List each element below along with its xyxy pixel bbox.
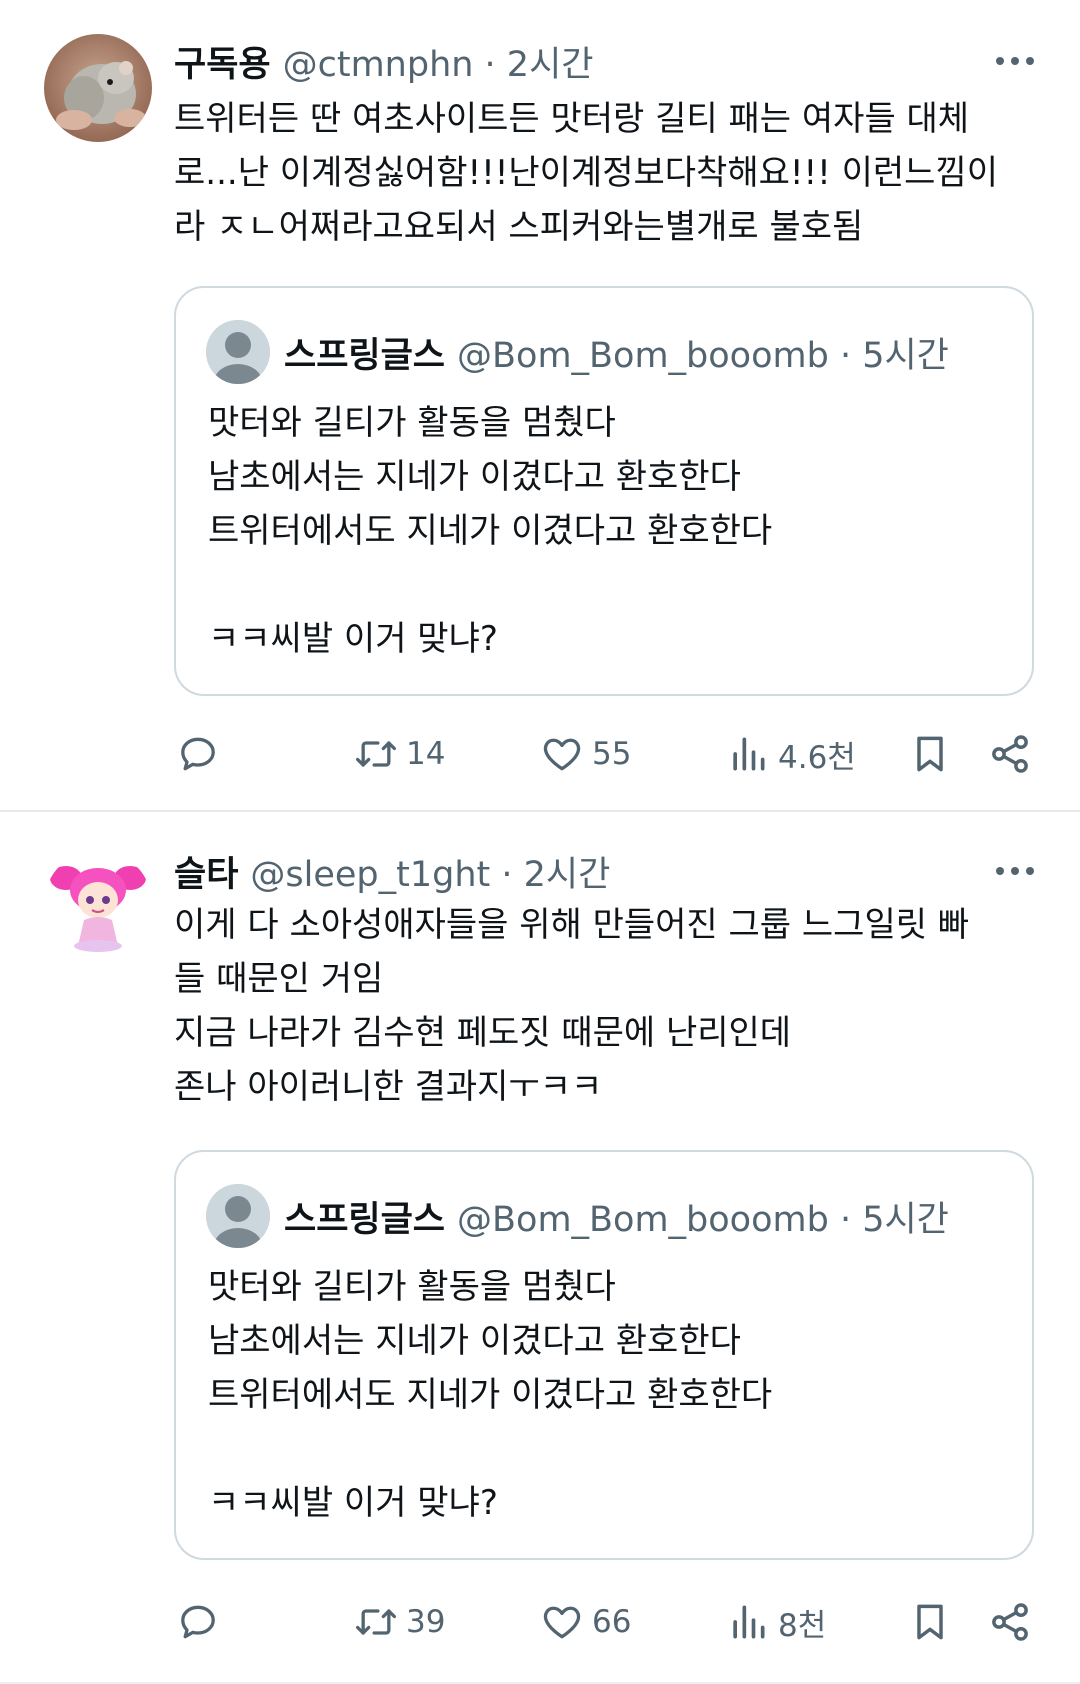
quoted-text-line: 남초에서는 지네가 이겼다고 환호한다: [208, 1321, 741, 1361]
tweet-text-line: 이게 다 소아성애자들을 위해 만들어진 그룹 느그일릿 빠: [174, 905, 970, 945]
tweet-divider: [0, 810, 1080, 812]
views-icon: [726, 732, 770, 776]
avatar-pink-character[interactable]: [44, 850, 152, 958]
views-count: 4.6천: [778, 739, 856, 776]
default-avatar-icon: [206, 320, 270, 384]
quoted-author-name: 스프링글스: [284, 1199, 446, 1240]
more-horizontal-icon[interactable]: [990, 846, 1040, 896]
tweet-actions: 39 66 8천: [174, 1594, 1040, 1650]
tweet-text-line: 트위터든 딴 여초사이트든 맛터랑 길티 패는 여자들 대체: [174, 99, 970, 139]
quoted-text-line: 남초에서는 지네가 이겼다고 환호한다: [208, 457, 741, 497]
tweet-1[interactable]: 구독용 @ctmnphn · 2시간 트위터든 딴 여초사이트든 맛터랑 길티 …: [0, 0, 1080, 812]
quoted-tweet[interactable]: 스프링글스 @Bom_Bom_booomb · 5시간 맛터와 길티가 활동을 …: [174, 1150, 1034, 1560]
quoted-tweet-header: 스프링글스 @Bom_Bom_booomb · 5시간: [284, 1188, 949, 1244]
tweet-text-line: 존나 아이러니한 결과지ㅜㅋㅋ: [174, 1067, 603, 1107]
quoted-author-name: 스프링글스: [284, 335, 446, 376]
retweet-icon: [354, 1600, 398, 1644]
tweet-text-line: 지금 나라가 김수현 페도짓 때문에 난리인데: [174, 1013, 792, 1053]
retweet-icon: [354, 732, 398, 776]
reply-button[interactable]: [176, 1594, 220, 1650]
quoted-text-line: ㅋㅋ씨발 이거 맞냐?: [208, 619, 498, 659]
share-icon: [988, 1600, 1032, 1644]
views-button[interactable]: 8천: [726, 1594, 826, 1650]
retweet-count: 39: [406, 1604, 446, 1640]
quoted-tweet-text: 맛터와 길티가 활동을 멈췄다 남초에서는 지네가 이겼다고 환호한다 트위터에…: [208, 1260, 772, 1530]
quoted-text-line: [208, 558, 772, 612]
retweet-button[interactable]: 39: [354, 1594, 445, 1650]
like-button[interactable]: 66: [540, 1594, 631, 1650]
tweet-text-line: 로...난 이계정싫어함!!!난이계정보다착해요!!! 이런느낌이: [174, 153, 998, 193]
bookmark-icon: [908, 1600, 952, 1644]
quoted-text-line: 맛터와 길티가 활동을 멈췄다: [208, 403, 616, 443]
tweet-2[interactable]: 슬타 @sleep_t1ght · 2시간 이게 다 소아성애자들을 위해 만들…: [0, 814, 1080, 1684]
quoted-text-line: 맛터와 길티가 활동을 멈췄다: [208, 1267, 616, 1307]
heart-icon: [540, 1600, 584, 1644]
like-count: 66: [592, 1604, 632, 1640]
quoted-author-handle-time: @Bom_Bom_booomb · 5시간: [457, 335, 949, 376]
more-horizontal-icon[interactable]: [990, 36, 1040, 86]
bookmark-button[interactable]: [908, 1594, 952, 1650]
like-button[interactable]: 55: [540, 726, 631, 782]
heart-icon: [540, 732, 584, 776]
views-count: 8천: [778, 1607, 827, 1644]
quoted-tweet[interactable]: 스프링글스 @Bom_Bom_booomb · 5시간 맛터와 길티가 활동을 …: [174, 286, 1034, 696]
reply-icon: [176, 1600, 220, 1644]
share-button[interactable]: [988, 1594, 1032, 1650]
quoted-text-line: [208, 1422, 772, 1476]
avatar-hamster[interactable]: [44, 34, 152, 142]
tweet-actions: 14 55 4.6천: [174, 726, 1040, 782]
default-avatar-icon: [206, 1184, 270, 1248]
tweet-header: 구독용 @ctmnphn · 2시간: [174, 36, 1040, 86]
retweet-count: 14: [406, 736, 446, 772]
author-name[interactable]: 슬타: [174, 846, 238, 897]
share-button[interactable]: [988, 726, 1032, 782]
tweet-text-line: 라 ㅈㄴ어쩌라고요되서 스피커와는별개로 불호됨: [174, 207, 864, 247]
bookmark-button[interactable]: [908, 726, 952, 782]
tweet-text: 트위터든 딴 여초사이트든 맛터랑 길티 패는 여자들 대체 로...난 이계정…: [174, 92, 1040, 254]
quoted-author-handle-time: @Bom_Bom_booomb · 5시간: [457, 1199, 949, 1240]
bookmark-icon: [908, 732, 952, 776]
quoted-text-line: ㅋㅋ씨발 이거 맞냐?: [208, 1483, 498, 1523]
reply-icon: [176, 732, 220, 776]
author-handle-time[interactable]: @ctmnphn · 2시간: [283, 36, 594, 87]
tweet-header: 슬타 @sleep_t1ght · 2시간: [174, 846, 1040, 896]
quoted-tweet-text: 맛터와 길티가 활동을 멈췄다 남초에서는 지네가 이겼다고 환호한다 트위터에…: [208, 396, 772, 666]
author-name[interactable]: 구독용: [174, 36, 271, 87]
views-icon: [726, 1600, 770, 1644]
quoted-tweet-header: 스프링글스 @Bom_Bom_booomb · 5시간: [284, 324, 949, 380]
author-handle-time[interactable]: @sleep_t1ght · 2시간: [250, 846, 610, 897]
retweet-button[interactable]: 14: [354, 726, 445, 782]
tweet-text: 이게 다 소아성애자들을 위해 만들어진 그룹 느그일릿 빠 들 때문인 거임 …: [174, 898, 1040, 1114]
tweet-text-line: 들 때문인 거임: [174, 959, 384, 999]
quoted-text-line: 트위터에서도 지네가 이겼다고 환호한다: [208, 1375, 773, 1415]
share-icon: [988, 732, 1032, 776]
reply-button[interactable]: [176, 726, 220, 782]
views-button[interactable]: 4.6천: [726, 726, 856, 782]
quoted-text-line: 트위터에서도 지네가 이겼다고 환호한다: [208, 511, 773, 551]
like-count: 55: [592, 736, 632, 772]
